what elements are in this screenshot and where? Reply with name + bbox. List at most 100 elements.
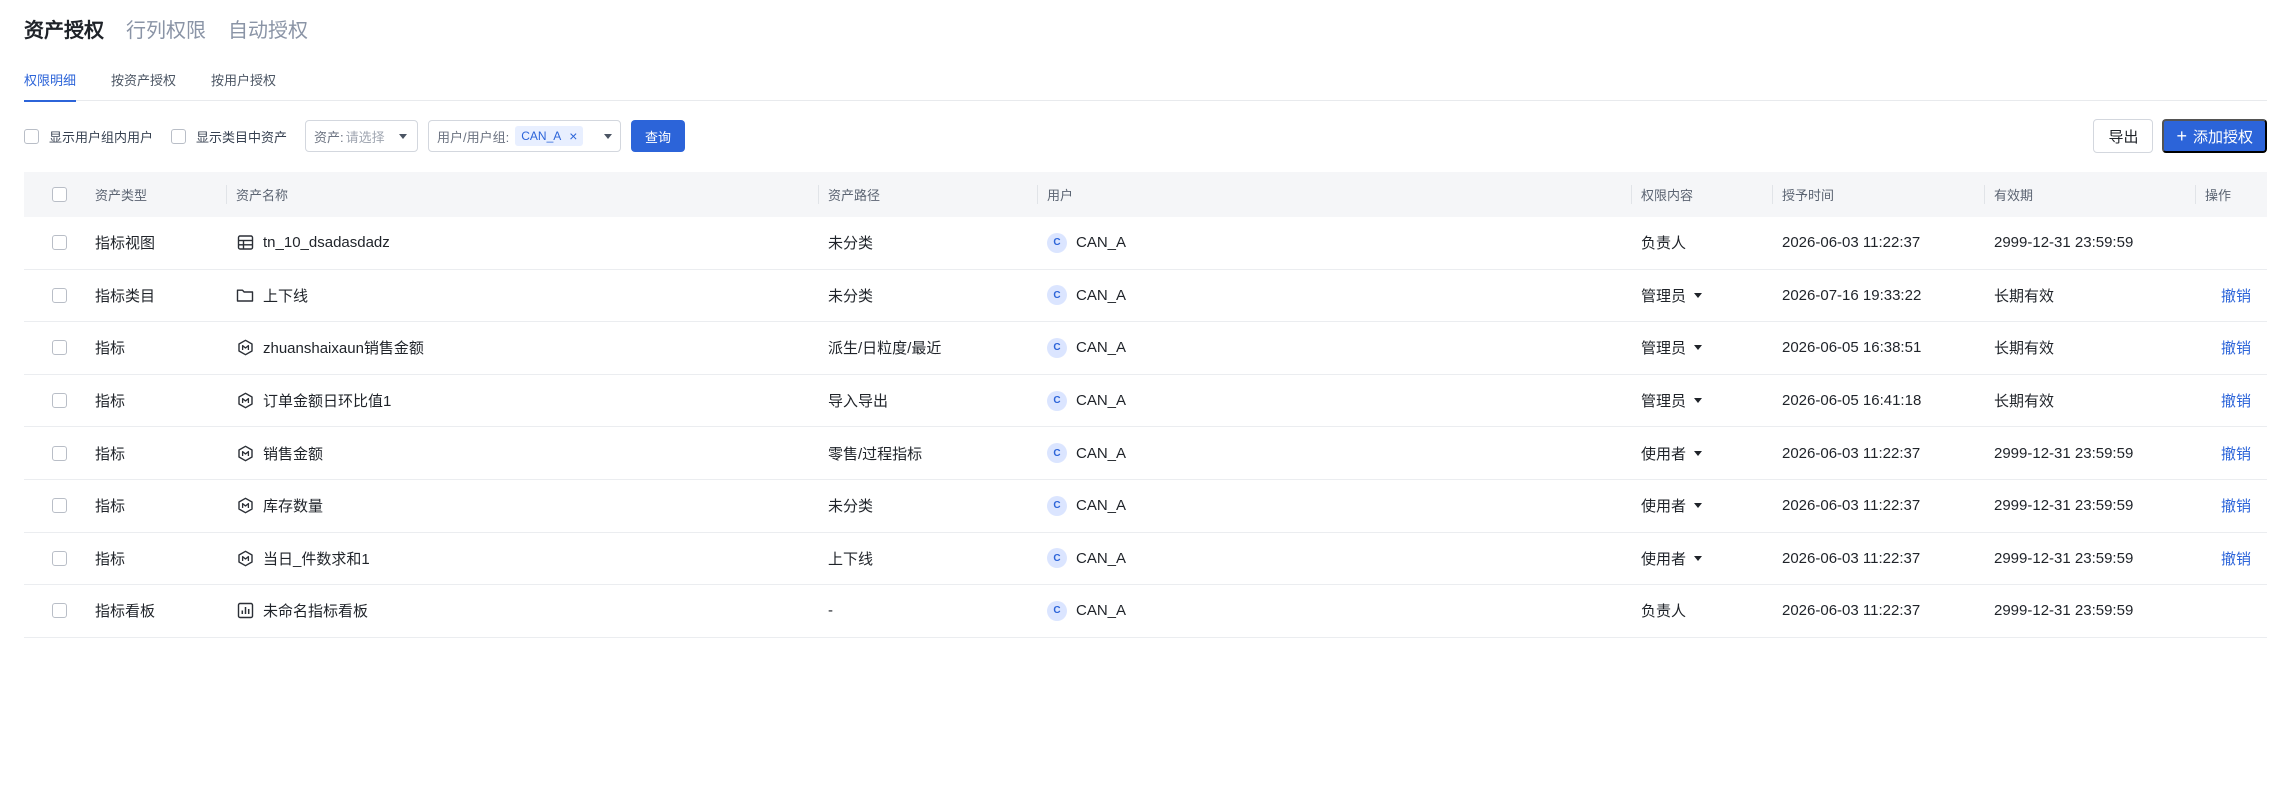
query-button[interactable]: 查询 [631, 120, 686, 152]
user-name: CAN_A [1076, 234, 1127, 252]
export-button[interactable]: 导出 [2093, 119, 2154, 153]
revoke-button[interactable]: 撤销 [2221, 285, 2251, 306]
row-checkbox[interactable] [52, 340, 67, 356]
close-icon[interactable]: × [569, 128, 577, 144]
row-select[interactable] [24, 427, 95, 479]
caret-down-icon[interactable] [1694, 398, 1703, 404]
permission-cell[interactable]: 管理员 [1641, 375, 1782, 427]
row-checkbox[interactable] [52, 603, 67, 619]
metric-icon [236, 392, 254, 410]
permission-label: 管理员 [1641, 340, 1687, 358]
table-row: 指标看板 未命名指标看板 - C CAN_A 负责人 2026-06-03 11:22:37… [24, 585, 2267, 638]
revoke-button[interactable]: 撤销 [2221, 495, 2251, 516]
caret-down-icon[interactable] [1694, 345, 1703, 351]
header-operation: 操作 [2195, 172, 2267, 217]
row-select[interactable] [24, 375, 95, 427]
user-cell: C CAN_A [1047, 533, 1641, 585]
row-select[interactable] [24, 585, 95, 637]
permission-label: 使用者 [1641, 445, 1687, 463]
user-cell: C CAN_A [1047, 217, 1641, 269]
subtab-by-user[interactable]: 按用户授权 [211, 66, 276, 101]
chevron-down-icon [604, 133, 613, 139]
row-checkbox[interactable] [52, 550, 67, 566]
caret-down-icon[interactable] [1694, 292, 1703, 298]
asset-type: 指标视图 [95, 235, 156, 253]
checkbox-box[interactable] [171, 128, 187, 144]
header-asset-path: 资产路径 [818, 172, 1047, 217]
asset-name: 未命名指标看板 [263, 603, 369, 621]
asset-path: 导入导出 [828, 393, 889, 411]
row-select[interactable] [24, 270, 95, 322]
avatar: C [1047, 443, 1067, 464]
validity: 2999-12-31 23:59:59 [1994, 602, 2134, 620]
asset-name: 订单金额日环比值1 [263, 393, 392, 411]
revoke-button[interactable]: 撤销 [2221, 390, 2251, 411]
show-category-assets-checkbox[interactable]: 显示类目中资产 [171, 127, 287, 146]
show-group-users-checkbox[interactable]: 显示用户组内用户 [24, 127, 153, 146]
asset-name: 库存数量 [263, 498, 324, 516]
caret-down-icon[interactable] [1694, 555, 1703, 561]
permission-cell[interactable]: 使用者 [1641, 480, 1782, 532]
permission-cell[interactable]: 使用者 [1641, 427, 1782, 479]
user-name: CAN_A [1076, 286, 1127, 304]
permission-label: 负责人 [1641, 603, 1687, 621]
row-checkbox[interactable] [52, 393, 67, 409]
row-select[interactable] [24, 217, 95, 269]
row-checkbox[interactable] [52, 235, 67, 251]
revoke-button[interactable]: 撤销 [2221, 337, 2251, 358]
validity: 2999-12-31 23:59:59 [1994, 234, 2134, 252]
header-granted-time: 授予时间 [1772, 172, 1994, 217]
user-group-select[interactable]: 用户/用户组: CAN_A × [428, 120, 622, 152]
row-checkbox[interactable] [52, 287, 67, 303]
add-auth-label: 添加授权 [2192, 128, 2253, 146]
caret-down-icon[interactable] [1694, 503, 1703, 509]
tab-auto-auth[interactable]: 自动授权 [228, 14, 308, 43]
revoke-button[interactable]: 撤销 [2221, 443, 2251, 464]
asset-path: 零售/过程指标 [828, 445, 923, 463]
asset-path: 派生/日粒度/最近 [828, 340, 942, 358]
row-checkbox[interactable] [52, 445, 67, 461]
permission-cell: 负责人 [1641, 585, 1782, 637]
avatar: C [1047, 232, 1067, 253]
subtab-by-asset[interactable]: 按资产授权 [111, 66, 176, 101]
tab-asset-auth[interactable]: 资产授权 [24, 14, 104, 43]
permission-cell[interactable]: 使用者 [1641, 533, 1782, 585]
permission-label: 使用者 [1641, 550, 1687, 568]
user-cell: C CAN_A [1047, 322, 1641, 374]
row-select[interactable] [24, 322, 95, 374]
add-auth-button[interactable]: + 添加授权 [2162, 119, 2267, 153]
validity: 长期有效 [1994, 340, 2055, 358]
user-name: CAN_A [1076, 392, 1127, 410]
select-all-checkbox[interactable] [52, 187, 67, 202]
header-select-all[interactable] [24, 172, 95, 217]
user-name: CAN_A [1076, 602, 1127, 620]
permission-cell[interactable]: 管理员 [1641, 322, 1782, 374]
row-select[interactable] [24, 480, 95, 532]
dashboard-icon [236, 602, 254, 620]
avatar: C [1047, 548, 1067, 569]
subtab-permission-detail[interactable]: 权限明细 [24, 66, 77, 102]
asset-type: 指标 [95, 550, 126, 568]
user-name: CAN_A [1076, 549, 1127, 567]
permission-cell[interactable]: 管理员 [1641, 270, 1782, 322]
asset-path: - [828, 602, 833, 620]
tab-row-col-permission[interactable]: 行列权限 [126, 14, 206, 43]
asset-name: zhuanshaixaun销售金额 [263, 340, 424, 358]
avatar: C [1047, 337, 1067, 358]
user-name: CAN_A [1076, 444, 1127, 462]
checkbox-box[interactable] [24, 128, 39, 144]
permission-label: 使用者 [1641, 498, 1687, 516]
asset-type: 指标 [95, 445, 126, 463]
revoke-button[interactable]: 撤销 [2221, 548, 2251, 569]
selected-user-tag-label: CAN_A [521, 129, 562, 143]
asset-select-prefix: 资产: [314, 129, 344, 145]
sub-tabs: 权限明细 按资产授权 按用户授权 [24, 66, 2267, 102]
operation-cell: 撤销 [2205, 480, 2267, 532]
row-checkbox[interactable] [52, 498, 67, 514]
asset-path: 未分类 [828, 498, 874, 516]
operation-cell: 撤销 [2205, 533, 2267, 585]
row-select[interactable] [24, 533, 95, 585]
show-category-assets-label: 显示类目中资产 [196, 129, 288, 145]
asset-select[interactable]: 资产: 请选择 [305, 120, 419, 152]
caret-down-icon[interactable] [1694, 450, 1703, 456]
